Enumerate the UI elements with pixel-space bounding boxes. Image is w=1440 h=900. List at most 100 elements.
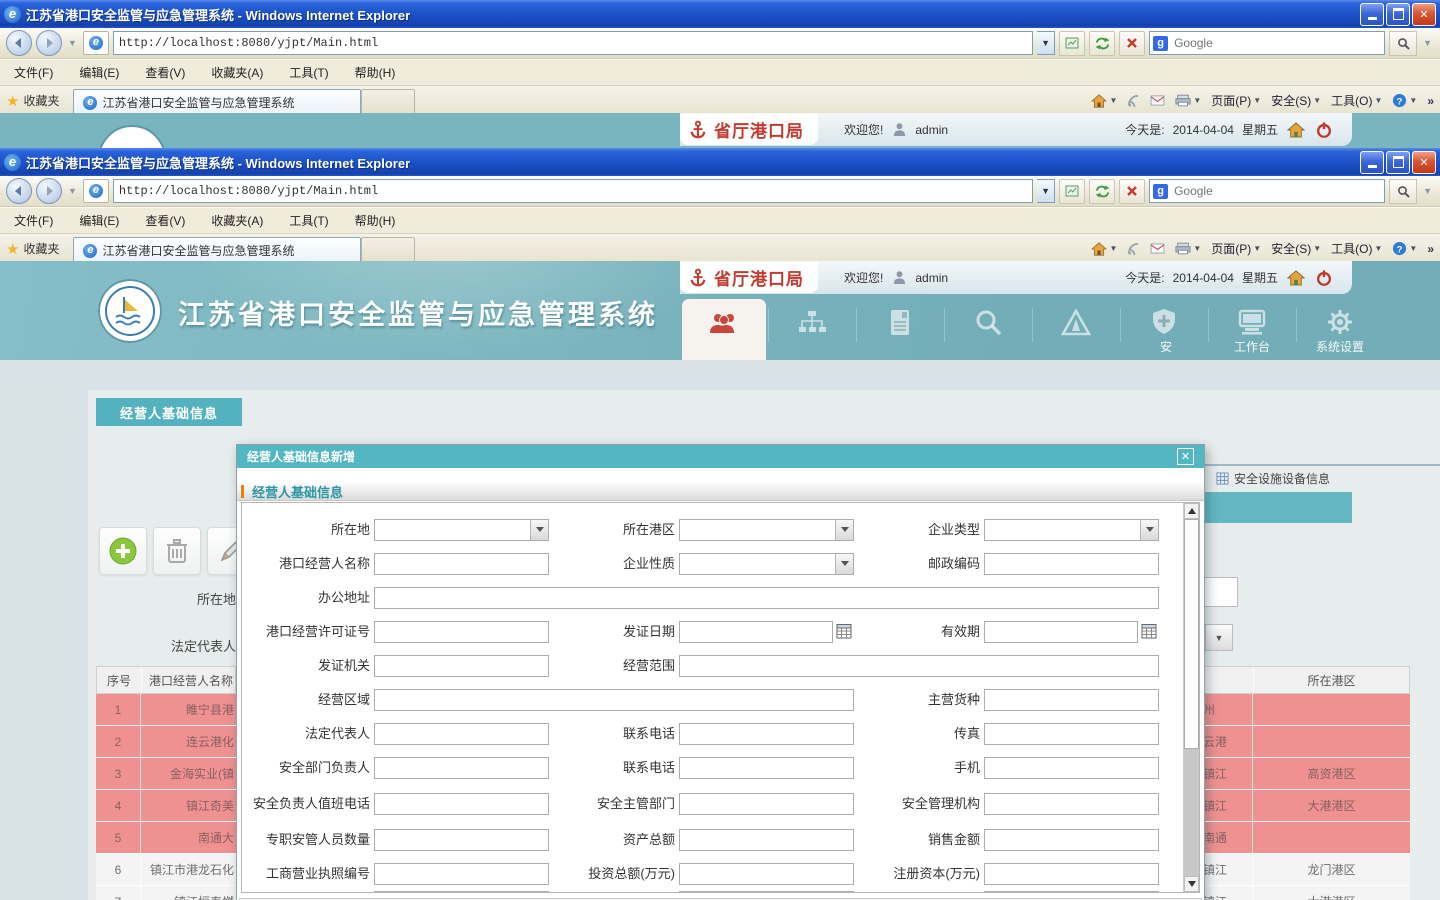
nav-item-workstation[interactable]: 工作台: [1208, 294, 1296, 360]
restore-button[interactable]: [1386, 3, 1410, 26]
forward-button[interactable]: [36, 178, 62, 204]
scrollbar-thumb[interactable]: [1184, 519, 1199, 749]
address-dropdown[interactable]: ▼: [1037, 31, 1055, 55]
search-options-dropdown[interactable]: ▼: [1423, 38, 1432, 48]
recent-pages-dropdown[interactable]: ▼: [68, 186, 77, 196]
menu-file[interactable]: 文件(F): [14, 212, 53, 229]
print-button[interactable]: ▼: [1175, 94, 1201, 107]
form-text-input[interactable]: [374, 757, 549, 779]
partial-select[interactable]: ▼: [1205, 624, 1233, 651]
nav-item-document[interactable]: [856, 294, 944, 360]
nav-item-warning[interactable]: [1032, 294, 1120, 360]
scroll-down-button[interactable]: [1184, 876, 1199, 892]
form-text-input[interactable]: [679, 655, 1159, 677]
table-row[interactable]: 镇江高资港区: [1203, 758, 1410, 790]
search-input[interactable]: [1172, 35, 1381, 51]
partial-input[interactable]: [1205, 577, 1238, 607]
tab-active[interactable]: e 江苏省港口安全监管与应急管理系统: [73, 89, 361, 116]
nav-item-shield[interactable]: 安: [1120, 294, 1208, 360]
search-input[interactable]: [1172, 183, 1381, 199]
menu-tools[interactable]: 工具(T): [289, 212, 328, 229]
delete-button[interactable]: [153, 527, 201, 575]
form-text-input[interactable]: [984, 891, 1159, 893]
safety-menu[interactable]: 安全(S)▼: [1271, 240, 1321, 257]
forward-button[interactable]: [36, 30, 62, 56]
rss-icon[interactable]: [1127, 242, 1140, 255]
stop-button[interactable]: [1119, 179, 1145, 204]
nav-item-gear[interactable]: 系统设置: [1296, 294, 1384, 360]
table-row[interactable]: 6镇江市港龙石化: [96, 854, 236, 886]
calendar-icon[interactable]: [1141, 623, 1157, 642]
form-text-input[interactable]: [984, 723, 1159, 745]
print-button[interactable]: ▼: [1175, 242, 1201, 255]
table-row[interactable]: 州: [1203, 694, 1410, 726]
restore-button[interactable]: [1386, 151, 1410, 174]
menu-favorites[interactable]: 收藏夹(A): [211, 64, 263, 81]
help-button[interactable]: ?▼: [1392, 241, 1417, 256]
table-row[interactable]: 云港: [1203, 726, 1410, 758]
form-text-input[interactable]: [679, 793, 854, 815]
menu-help[interactable]: 帮助(H): [355, 212, 396, 229]
recent-pages-dropdown[interactable]: ▼: [68, 38, 77, 48]
menu-view[interactable]: 查看(V): [145, 212, 185, 229]
table-row[interactable]: 所在港区: [1203, 666, 1410, 694]
address-input[interactable]: http://localhost:8080/yjpt/Main.html: [113, 31, 1033, 55]
table-row[interactable]: 序号港口经营人名称: [96, 666, 236, 694]
home-button[interactable]: ▼: [1091, 94, 1117, 108]
logout-power-icon[interactable]: [1314, 120, 1334, 140]
chevron-more-icon[interactable]: »: [1427, 94, 1434, 108]
close-button[interactable]: ✕: [1412, 151, 1436, 174]
modal-close-icon[interactable]: ✕: [1177, 448, 1194, 465]
compatibility-view-icon[interactable]: [1059, 179, 1085, 204]
sidebar-item-safety-facility-info[interactable]: 安全设施设备信息: [1216, 470, 1330, 487]
home-button[interactable]: ▼: [1091, 242, 1117, 256]
form-text-input[interactable]: [984, 829, 1159, 851]
new-tab-stub[interactable]: [361, 237, 415, 264]
add-button[interactable]: [99, 527, 147, 575]
form-text-input[interactable]: [374, 863, 549, 885]
form-select[interactable]: [984, 519, 1159, 541]
table-row[interactable]: 7镇江恒泰燃: [96, 886, 236, 900]
search-go-button[interactable]: [1389, 31, 1417, 56]
form-text-input[interactable]: [374, 655, 549, 677]
modal-scrollbar[interactable]: [1183, 503, 1199, 892]
help-button[interactable]: ?▼: [1392, 93, 1417, 108]
chevron-more-icon[interactable]: »: [1427, 242, 1434, 256]
address-dropdown[interactable]: ▼: [1037, 179, 1055, 203]
menu-file[interactable]: 文件(F): [14, 64, 53, 81]
minimize-button[interactable]: [1360, 3, 1384, 26]
safety-menu[interactable]: 安全(S)▼: [1271, 92, 1321, 109]
table-row[interactable]: 南通: [1203, 822, 1410, 854]
back-button[interactable]: [6, 178, 32, 204]
form-select[interactable]: [679, 553, 854, 575]
tools-menu[interactable]: 工具(O)▼: [1331, 92, 1382, 109]
form-text-input[interactable]: [679, 891, 854, 893]
search-go-button[interactable]: [1389, 179, 1417, 204]
form-text-input[interactable]: [374, 689, 854, 711]
favorites-button[interactable]: 收藏夹: [23, 240, 59, 257]
page-menu[interactable]: 页面(P)▼: [1211, 240, 1261, 257]
form-text-input[interactable]: [374, 553, 549, 575]
mail-icon[interactable]: [1150, 243, 1165, 254]
form-date-input[interactable]: [984, 621, 1138, 643]
form-text-input[interactable]: [679, 829, 854, 851]
table-row[interactable]: 镇江大港港区: [1203, 886, 1410, 900]
form-text-input[interactable]: [374, 829, 549, 851]
address-input[interactable]: http://localhost:8080/yjpt/Main.html: [113, 179, 1033, 203]
form-text-input[interactable]: [984, 793, 1159, 815]
back-button[interactable]: [6, 30, 32, 56]
form-text-input[interactable]: [679, 757, 854, 779]
page-menu[interactable]: 页面(P)▼: [1211, 92, 1261, 109]
table-row[interactable]: 3金海实业(镇: [96, 758, 236, 790]
tools-menu[interactable]: 工具(O)▼: [1331, 240, 1382, 257]
form-text-input[interactable]: [984, 689, 1159, 711]
form-text-input[interactable]: [679, 723, 854, 745]
form-text-input[interactable]: [984, 863, 1159, 885]
form-text-input[interactable]: [374, 723, 549, 745]
menu-help[interactable]: 帮助(H): [355, 64, 396, 81]
home-icon[interactable]: [1286, 268, 1306, 288]
rss-icon[interactable]: [1127, 94, 1140, 107]
logout-power-icon[interactable]: [1314, 268, 1334, 288]
calendar-icon[interactable]: [836, 623, 852, 642]
tab-operator-basic-info[interactable]: 经营人基础信息: [96, 398, 242, 426]
